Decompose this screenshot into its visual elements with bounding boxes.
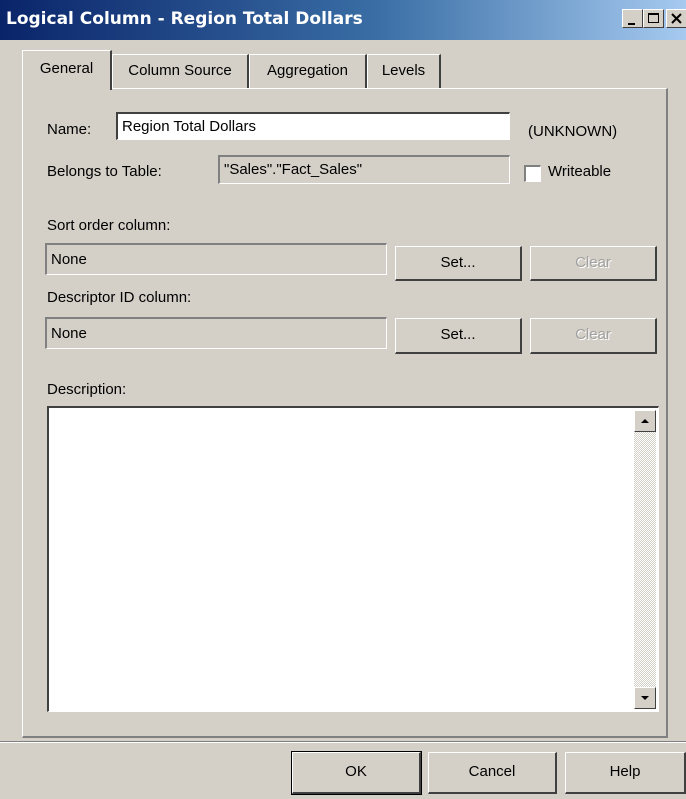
tab-general-label: General — [39, 60, 94, 77]
type-indicator: (UNKNOWN) — [528, 123, 618, 140]
description-label: Description: — [47, 381, 127, 398]
sort-clear-label: Clear — [575, 254, 611, 271]
scroll-down-button[interactable] — [634, 687, 656, 709]
descriptor-id-value: None — [51, 325, 87, 342]
writeable-label[interactable]: Writeable — [548, 163, 611, 180]
sort-order-value: None — [51, 251, 87, 268]
name-input[interactable]: Region Total Dollars — [116, 112, 510, 140]
close-icon — [671, 13, 682, 24]
writeable-checkbox[interactable] — [524, 165, 541, 182]
tab-levels[interactable]: Levels — [367, 54, 441, 89]
tab-aggregation-label: Aggregation — [267, 62, 348, 79]
tab-column-source-label: Column Source — [128, 62, 232, 79]
name-value: Region Total Dollars — [122, 118, 256, 135]
descriptor-id-field: None — [45, 317, 387, 349]
tab-general[interactable]: General — [22, 50, 112, 90]
close-button[interactable] — [666, 9, 686, 28]
maximize-icon — [648, 13, 659, 23]
dialog-window: Logical Column - Region Total Dollars Ge… — [0, 0, 686, 799]
sort-order-field: None — [45, 243, 387, 275]
belongs-to-table-field: "Sales"."Fact_Sales" — [218, 155, 510, 184]
description-textarea[interactable] — [47, 406, 659, 712]
belongs-to-table-label: Belongs to Table: — [47, 163, 162, 180]
tab-aggregation[interactable]: Aggregation — [249, 54, 367, 89]
cancel-label: Cancel — [468, 763, 516, 780]
footer-separator — [0, 741, 686, 743]
belongs-to-table-value: "Sales"."Fact_Sales" — [224, 161, 363, 178]
title-bar[interactable]: Logical Column - Region Total Dollars — [0, 0, 686, 40]
descriptor-clear-label: Clear — [575, 326, 611, 343]
minimize-icon — [628, 23, 635, 25]
descriptor-clear-button[interactable]: Clear — [530, 318, 657, 354]
sort-clear-button[interactable]: Clear — [530, 246, 657, 281]
help-button[interactable]: Help — [565, 752, 686, 794]
descriptor-set-button[interactable]: Set... — [395, 318, 522, 354]
cancel-button[interactable]: Cancel — [428, 752, 557, 794]
tab-levels-label: Levels — [381, 62, 426, 79]
sort-set-label: Set... — [440, 254, 476, 271]
sort-order-label: Sort order column: — [47, 217, 171, 234]
window-title: Logical Column - Region Total Dollars — [6, 9, 363, 29]
descriptor-set-label: Set... — [440, 326, 476, 343]
scroll-up-button[interactable] — [634, 410, 656, 432]
help-label: Help — [609, 763, 641, 780]
sort-set-button[interactable]: Set... — [395, 246, 522, 281]
arrow-up-icon — [641, 419, 649, 423]
maximize-button[interactable] — [643, 9, 664, 28]
descriptor-id-label: Descriptor ID column: — [47, 289, 192, 306]
ok-button[interactable]: OK — [291, 751, 422, 795]
arrow-down-icon — [641, 696, 649, 700]
description-scrollbar[interactable] — [634, 410, 656, 709]
minimize-button[interactable] — [622, 9, 643, 28]
tab-column-source[interactable]: Column Source — [112, 54, 249, 89]
name-label: Name: — [47, 121, 92, 138]
ok-label: OK — [345, 763, 367, 780]
